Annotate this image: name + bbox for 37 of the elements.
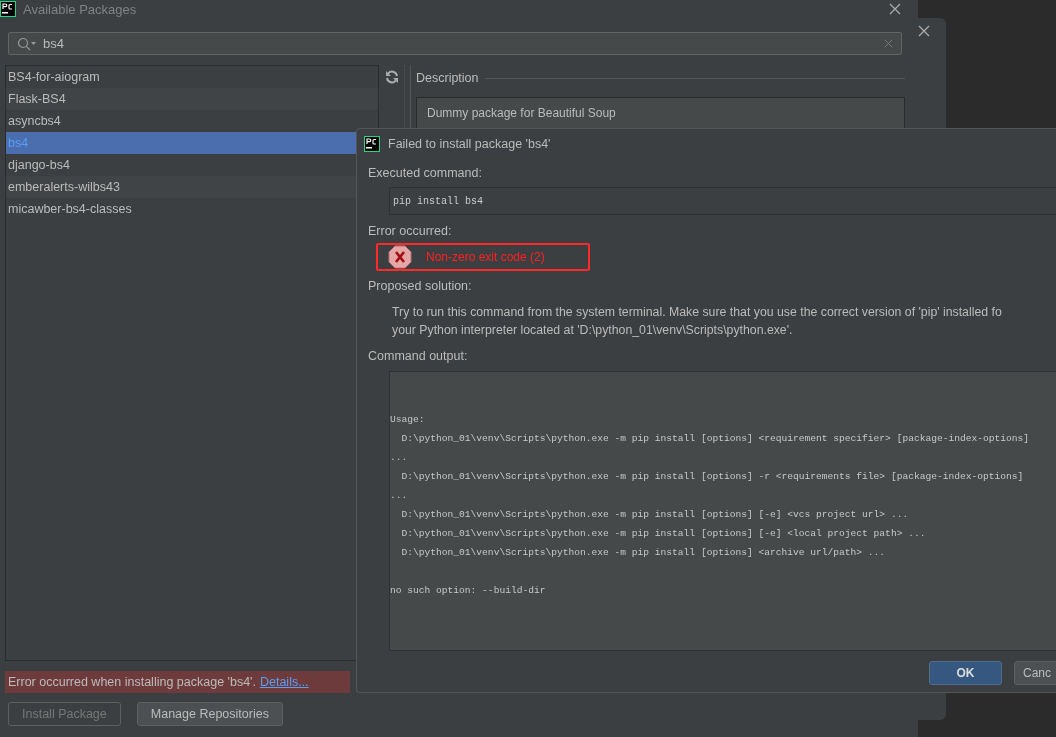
manage-repositories-button[interactable]: Manage Repositories xyxy=(136,702,283,726)
error-message: Non-zero exit code (2) xyxy=(426,250,545,264)
description-text: Dummy package for Beautiful Soup xyxy=(427,106,616,120)
app-logo-icon xyxy=(364,136,380,152)
field-label: Error occurred: xyxy=(368,224,453,238)
app-logo-icon xyxy=(0,1,16,17)
package-item[interactable]: Flask-BS4 xyxy=(6,88,378,110)
solution-text: your Python interpreter located at 'D:\python_01\venv\Scripts\python.exe'. xyxy=(392,322,793,339)
details-link[interactable]: Details... xyxy=(259,675,309,689)
solution-text: Try to run this command from the system terminal. Make sure that you use the correct version of 'pip' installed fo xyxy=(392,304,1002,321)
error-stop-icon xyxy=(388,245,412,269)
output-line: Usage: xyxy=(390,413,426,427)
refresh-icon[interactable] xyxy=(384,70,399,84)
package-item[interactable]: BS4-for-aiogram xyxy=(6,66,378,88)
output-line: ... xyxy=(390,489,409,503)
search-field[interactable]: bs4 xyxy=(8,32,902,55)
output-line: D:\python_01\venv\Scripts\python.exe -m pip install [options] [-e] <local project path> ... xyxy=(400,527,927,541)
close-icon[interactable] xyxy=(918,25,930,37)
cancel-button[interactable]: Canc xyxy=(1014,661,1056,685)
output-line: D:\python_01\venv\Scripts\python.exe -m pip install [options] [-e] <vcs project url> ... xyxy=(400,508,910,522)
output-line: D:\python_01\venv\Scripts\python.exe -m pip install [options] <archive url/path> ... xyxy=(400,546,887,560)
field-label: Proposed solution: xyxy=(368,279,473,293)
field-label: Command output: xyxy=(368,349,469,363)
output-line: D:\python_01\venv\Scripts\python.exe -m pip install [options] <requirement specifier> [package-index-options] xyxy=(400,432,1031,446)
ok-button[interactable]: OK xyxy=(929,661,1002,685)
search-text: bs4 xyxy=(43,36,65,51)
command-field: pip install bs4 xyxy=(389,187,1056,215)
window-title: Available Packages xyxy=(23,1,138,17)
section-heading: Description xyxy=(416,71,479,85)
close-icon[interactable] xyxy=(889,3,901,15)
search-icon xyxy=(17,36,37,51)
output-line: D:\python_01\venv\Scripts\python.exe -m pip install [options] -r <requirements file> [package-index-options] xyxy=(400,470,1025,484)
output-line: ... xyxy=(390,451,409,465)
output-line: no such option: --build-dir xyxy=(390,584,547,598)
error-text: Error occurred when installing package 'bs4'. xyxy=(8,675,256,689)
dialog-title: Failed to install package 'bs4' xyxy=(388,137,551,151)
package-item[interactable]: asyncbs4 xyxy=(6,110,378,132)
